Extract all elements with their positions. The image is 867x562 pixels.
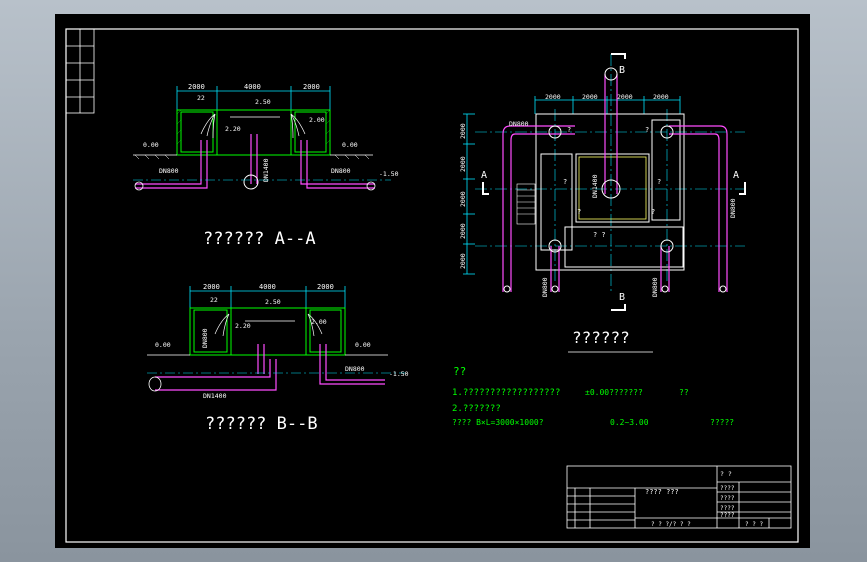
title-block-bottom-right: ? ? ? — [745, 521, 763, 528]
section-b-drawing: 2000 4000 2000 22 2.50 2.20 2.00 0.00 0.… — [147, 283, 409, 400]
section-b-label-ground-right: 0.00 — [355, 341, 371, 349]
section-a-title: ?????? A--A — [203, 229, 316, 249]
plan-pipe-label-bottom-left: DN800 — [541, 277, 549, 297]
section-a-label-right-level: 2.00 — [309, 116, 325, 124]
plan-marker-a-right: A — [733, 170, 739, 181]
notes-block: ?? 1.?????????????????? ±0.00??????? ?? … — [452, 365, 734, 427]
plan-pipe-label-center: DN1400 — [591, 174, 599, 198]
notes-line-1c: ?? — [679, 388, 689, 397]
section-a-label-ground-left: 0.00 — [143, 141, 159, 149]
notes-heading: ?? — [453, 365, 466, 378]
title-block-name: ???? ??? — [645, 488, 679, 496]
section-b-label-left-level: 2.20 — [235, 322, 251, 330]
section-a-dim-3: 2000 — [303, 83, 320, 91]
plan-drawing: 2000 2000 2000 2000 2000 2000 2000 2000 … — [459, 53, 746, 311]
section-a-dim-2: 4000 — [244, 83, 261, 91]
title-block-row-3: ???? — [720, 505, 735, 512]
notes-line-1: 1.?????????????????? — [452, 388, 560, 398]
plan-mark-2: ? — [645, 126, 649, 134]
notes-line-3c: ????? — [710, 418, 734, 427]
plan-mark-4: ? — [657, 178, 661, 186]
section-b-dim-3: 2000 — [317, 283, 334, 291]
section-a-label-ground-right: 0.00 — [342, 141, 358, 149]
drawing-canvas: 2000 4000 2000 22 2.50 2.20 2.00 0.00 0.… — [55, 14, 810, 548]
plan-mark-7: ? ? — [593, 231, 606, 239]
title-block-row-1: ???? — [720, 485, 735, 492]
section-b-dim-1: 2000 — [203, 283, 220, 291]
title-block-row-4: ???? — [720, 512, 735, 519]
plan-dim-top-3: 2000 — [617, 93, 633, 101]
section-a-label-pipe-right: DN800 — [331, 167, 351, 175]
section-a-label-top: 22 — [197, 94, 205, 102]
plan-mark-1: ? — [567, 126, 571, 134]
section-a-dim-1: 2000 — [188, 83, 205, 91]
plan-dim-left-4: 2000 — [459, 223, 467, 239]
drawing-border — [65, 28, 799, 543]
section-a-drawing: 2000 4000 2000 22 2.50 2.20 2.00 0.00 0.… — [133, 83, 399, 191]
plan-pipe-label-right: DN800 — [729, 198, 737, 218]
section-b-label-pipe-right: DN800 — [345, 365, 365, 373]
plan-dim-top-2: 2000 — [582, 93, 598, 101]
title-block-bottom: ? ? ?/? ? ? — [651, 521, 691, 528]
plan-marker-b-bottom: B — [619, 292, 625, 303]
section-b-label-pipe-left: DN800 — [201, 328, 209, 348]
plan-pipe-label-top-left: DN800 — [509, 120, 529, 128]
plan-dim-left-1: 2000 — [459, 123, 467, 139]
binding-strip — [65, 28, 95, 114]
plan-dim-left-3: 2000 — [459, 191, 467, 207]
section-b-label-water: 2.50 — [265, 298, 281, 306]
section-b-label-right-level: 2.00 — [311, 318, 327, 326]
plan-dim-top-4: 2000 — [653, 93, 669, 101]
plan-dim-top-1: 2000 — [545, 93, 561, 101]
notes-line-2: 2.??????? — [452, 404, 501, 414]
plan-mark-6: ? — [651, 208, 655, 216]
plan-mark-3: ? — [563, 178, 567, 186]
plan-dim-left-5: 2000 — [459, 253, 467, 269]
notes-line-3: ???? B×L=3000×1000? — [452, 418, 544, 427]
plan-pipe-label-bottom-right: DN800 — [651, 277, 659, 297]
section-b-label-top: 22 — [210, 296, 218, 304]
plan-marker-a-left: A — [481, 170, 487, 181]
title-block-row-2: ???? — [720, 495, 735, 502]
cad-drawing: 2000 4000 2000 22 2.50 2.20 2.00 0.00 0.… — [65, 28, 799, 543]
section-a-label-pipe-left: DN800 — [159, 167, 179, 175]
section-a-label-left-level: 2.20 — [225, 125, 241, 133]
plan-mark-5: ? — [577, 208, 581, 216]
section-a-label-pipe-mid: DN1400 — [262, 158, 270, 182]
notes-line-1b: ±0.00??????? — [585, 388, 643, 397]
plan-marker-b-top: B — [619, 65, 625, 76]
notes-line-3b: 0.2~3.00 — [610, 418, 649, 427]
section-b-dim-2: 4000 — [259, 283, 276, 291]
section-b-label-bottom: -1.50 — [389, 370, 409, 378]
section-b-label-pipe-bottom: DN1400 — [203, 392, 227, 400]
section-a-label-bottom: -1.50 — [379, 170, 399, 178]
plan-title: ?????? — [572, 328, 630, 347]
plan-dim-left-2: 2000 — [459, 156, 467, 172]
section-a-label-water: 2.50 — [255, 98, 271, 106]
title-block-right-top: ? ? — [720, 470, 732, 478]
section-b-title: ?????? B--B — [205, 414, 318, 434]
section-b-label-ground-left: 0.00 — [155, 341, 171, 349]
title-block — [566, 465, 792, 529]
